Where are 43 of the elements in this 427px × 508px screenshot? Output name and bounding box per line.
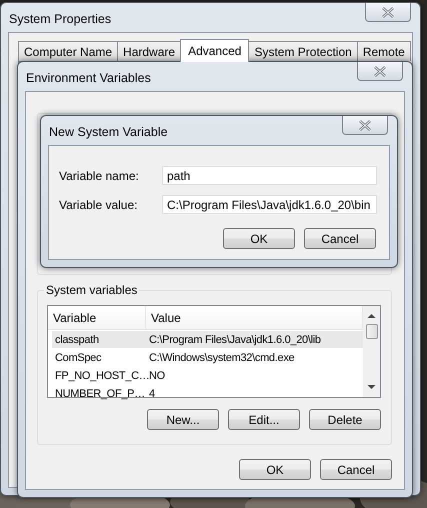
dialog-button[interactable]: New...: [147, 409, 219, 430]
tab[interactable]: Advanced: [180, 39, 250, 62]
dialog-button[interactable]: Delete: [309, 409, 381, 430]
scroll-thumb[interactable]: [366, 324, 378, 339]
field-label: Variable name:: [59, 168, 140, 182]
column-header[interactable]: Variable: [48, 306, 146, 329]
dialog-button[interactable]: Edit...: [228, 409, 300, 430]
variable-cell-text: ComSpec: [54, 352, 102, 364]
close-icon: [381, 6, 395, 18]
input-field[interactable]: path: [162, 166, 377, 185]
variable-cell-text: classpath: [54, 334, 100, 346]
dialog-button[interactable]: Cancel: [304, 228, 376, 249]
field-label: Variable value:: [59, 198, 138, 212]
dialog-button[interactable]: Cancel: [320, 459, 392, 480]
window-title: New System Variable: [49, 125, 168, 139]
dialog-button[interactable]: OK: [223, 228, 295, 249]
window-title: Environment Variables: [26, 71, 151, 85]
close-icon: [373, 66, 387, 76]
tab[interactable]: Remote: [356, 41, 411, 61]
window-title: System Properties: [9, 12, 112, 26]
up-arrow-icon[interactable]: [367, 313, 376, 319]
close-icon: [358, 120, 372, 130]
variable-cell-text: NUMBER_OF_P…: [54, 388, 146, 400]
value-cell-text: 4: [148, 388, 156, 400]
list-row[interactable]: NUMBER_OF_P… 4: [52, 385, 363, 402]
variable-cell-text: FP_NO_HOST_C…: [54, 370, 146, 382]
tab[interactable]: Computer Name: [18, 41, 118, 61]
list-row[interactable]: FP_NO_HOST_C…NO: [52, 367, 363, 384]
tab[interactable]: System Protection: [248, 41, 358, 61]
tab[interactable]: Hardware: [117, 41, 182, 61]
close-button[interactable]: [365, 3, 411, 22]
value-cell-text: C:\Windows\system32\cmd.exe: [148, 352, 296, 364]
list-row[interactable]: classpath C:\Program Files\Java\jdk1.6.0_20\lib: [52, 331, 363, 348]
list-row[interactable]: ComSpec C:\Windows\system32\cmd.exe: [52, 349, 363, 366]
close-button[interactable]: [342, 116, 388, 135]
value-cell-text: C:\Program Files\Java\jdk1.6.0_20\lib: [148, 334, 322, 346]
down-arrow-icon[interactable]: [367, 384, 376, 390]
input-field[interactable]: C:\Program Files\Java\jdk1.6.0_20\bin: [162, 195, 377, 214]
dialog-button[interactable]: OK: [239, 459, 311, 480]
close-button[interactable]: [357, 62, 403, 81]
value-cell-text: NO: [148, 370, 166, 382]
group-label: System variables: [44, 283, 140, 297]
scrollbar[interactable]: [363, 306, 380, 397]
